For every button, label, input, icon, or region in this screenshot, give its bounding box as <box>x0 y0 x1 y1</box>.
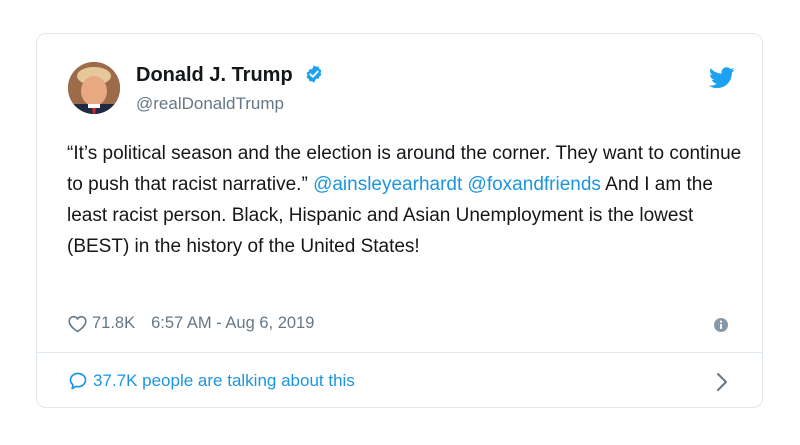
speech-bubble-icon <box>68 371 88 391</box>
tweet-text: “It’s political season and the election … <box>67 138 747 262</box>
divider <box>37 352 762 353</box>
mention-link-foxandfriends[interactable]: @foxandfriends <box>468 174 601 195</box>
avatar[interactable] <box>68 62 120 114</box>
tweet-card[interactable]: Donald J. Trump @realDonaldTrump “It’s p… <box>36 33 763 408</box>
author-handle[interactable]: @realDonaldTrump <box>136 94 284 114</box>
info-icon[interactable] <box>713 317 729 338</box>
like-count[interactable]: 71.8K <box>92 314 135 333</box>
author-name[interactable]: Donald J. Trump <box>136 64 324 90</box>
conversation-link[interactable]: 37.7K people are talking about this <box>68 371 355 391</box>
heart-icon[interactable] <box>68 315 87 333</box>
mention-link-ainsleyearhardt[interactable]: @ainsleyearhardt <box>313 174 462 195</box>
timestamp[interactable]: 6:57 AM - Aug 6, 2019 <box>151 314 314 333</box>
verified-badge-icon <box>304 64 324 90</box>
chevron-right-icon[interactable] <box>716 372 728 397</box>
twitter-bird-icon[interactable] <box>709 67 735 94</box>
author-name-text[interactable]: Donald J. Trump <box>136 64 293 86</box>
tweet-meta: 71.8K 6:57 AM - Aug 6, 2019 <box>68 314 314 333</box>
conversation-text[interactable]: 37.7K people are talking about this <box>93 371 355 391</box>
